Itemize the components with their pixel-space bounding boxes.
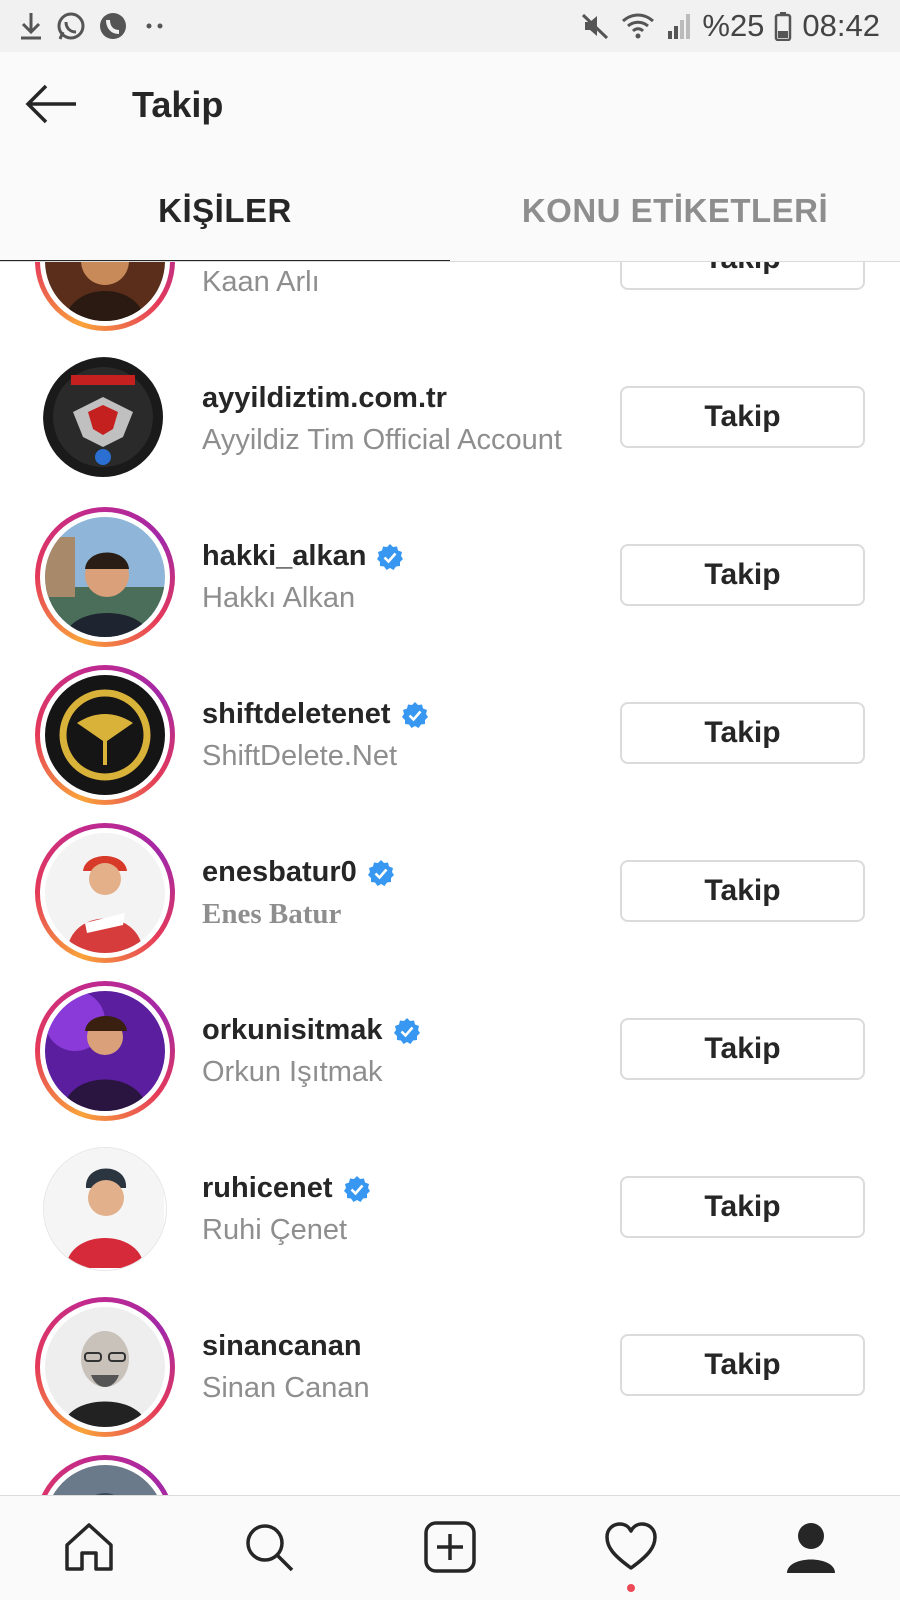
tab-bar: KİŞİLER KONU ETİKETLERİ — [0, 160, 900, 263]
new-post-icon — [424, 1521, 476, 1573]
username: orkunisitmak — [202, 1014, 421, 1047]
avatar — [45, 833, 165, 953]
username: hakki_alkan — [202, 540, 404, 573]
username-text: sinancanan — [202, 1330, 362, 1362]
mute-icon — [582, 13, 609, 40]
back-button[interactable] — [22, 78, 82, 130]
follow-button[interactable]: Takip — [620, 1334, 865, 1396]
avatar-story-ring[interactable] — [35, 1297, 175, 1437]
verified-badge-icon — [343, 1175, 370, 1202]
tab-people[interactable]: KİŞİLER — [0, 160, 450, 262]
username-text: ruhicenet — [202, 1172, 333, 1204]
verified-badge-icon — [393, 1017, 420, 1044]
username: ayyildiztim.com.tr — [202, 382, 447, 415]
search-icon — [246, 1524, 294, 1572]
full-name: Orkun Işıtmak — [202, 1056, 383, 1088]
battery-percent: %25 — [702, 8, 765, 43]
avatar — [45, 675, 165, 795]
avatar — [45, 517, 165, 637]
avatar-story-ring[interactable] — [35, 262, 175, 331]
follow-button[interactable]: Takip — [620, 702, 865, 764]
username: enesbatur0 — [202, 856, 395, 889]
battery-icon — [775, 12, 792, 41]
nav-home[interactable] — [54, 1512, 124, 1582]
full-name: Ruhi Çenet — [202, 1214, 348, 1246]
arrow-left-icon — [25, 84, 76, 124]
status-bar: %25 08:42 — [0, 0, 900, 52]
avatar-story-ring[interactable] — [35, 1455, 175, 1495]
full-name: Hakkı Alkan — [202, 582, 356, 614]
home-icon — [65, 1523, 113, 1571]
status-left-icons — [18, 10, 170, 42]
avatar — [45, 262, 165, 321]
avatar — [44, 1148, 166, 1270]
nav-profile[interactable] — [776, 1512, 846, 1582]
app-header: Takip — [0, 52, 900, 160]
verified-badge-icon — [401, 701, 428, 728]
follow-button[interactable]: Takip — [620, 860, 865, 922]
nav-activity[interactable] — [596, 1512, 666, 1582]
status-right-icons: %25 08:42 — [580, 8, 880, 44]
username-text: enesbatur0 — [202, 856, 357, 888]
nav-search[interactable] — [234, 1512, 304, 1582]
list-item[interactable]: ayyildiztim.com.tr Ayyildiz Tim Official… — [0, 338, 900, 496]
signal-icon — [668, 14, 691, 39]
verified-badge-icon — [367, 859, 394, 886]
username: shiftdeletenet — [202, 698, 429, 731]
username-text: hakki_alkan — [202, 540, 367, 572]
avatar-story-ring[interactable] — [35, 507, 175, 647]
wifi-icon — [622, 13, 655, 39]
avatar — [45, 991, 165, 1111]
phone-icon — [100, 13, 126, 39]
avatar-story-ring[interactable] — [35, 665, 175, 805]
avatar-ring[interactable] — [35, 349, 175, 489]
more-dots-icon — [146, 23, 163, 29]
avatar — [43, 357, 167, 481]
nav-new-post[interactable] — [415, 1512, 485, 1582]
avatar-story-ring[interactable] — [35, 981, 175, 1121]
avatar-ring[interactable] — [35, 1139, 175, 1279]
list-item[interactable]: Kaan Arlı Takip — [0, 262, 900, 338]
list-item[interactable]: hakki_alkan Hakkı Alkan Takip — [0, 496, 900, 654]
list-item[interactable]: orkunisitmak Orkun Işıtmak Takip — [0, 970, 900, 1128]
full-name: Sinan Canan — [202, 1372, 370, 1404]
follow-button[interactable]: Takip — [620, 1176, 865, 1238]
list-item[interactable] — [0, 1444, 900, 1495]
whatsapp-icon — [57, 12, 85, 40]
list-item[interactable]: enesbatur0 Enes Batur Takip — [0, 812, 900, 970]
avatar-story-ring[interactable] — [35, 823, 175, 963]
full-name: ShiftDelete.Net — [202, 740, 398, 772]
follow-button[interactable]: Takip — [620, 386, 865, 448]
bottom-nav — [0, 1495, 900, 1600]
follow-button[interactable]: Takip — [620, 544, 865, 606]
verified-badge-icon — [377, 543, 404, 570]
username-text: shiftdeletenet — [202, 698, 391, 730]
clock: 08:42 — [802, 8, 880, 43]
full-name: Ayyildiz Tim Official Account — [202, 424, 562, 456]
profile-icon — [787, 1523, 835, 1573]
tab-hashtags[interactable]: KONU ETİKETLERİ — [450, 160, 900, 262]
username-text: orkunisitmak — [202, 1014, 383, 1046]
follow-button[interactable]: Takip — [620, 1018, 865, 1080]
list-item[interactable]: sinancanan Sinan Canan Takip — [0, 1286, 900, 1444]
avatar — [45, 1307, 165, 1427]
username-text: ayyildiztim.com.tr — [202, 382, 447, 414]
full-name: Enes Batur — [202, 898, 342, 930]
download-icon — [21, 13, 41, 40]
username: ruhicenet — [202, 1172, 371, 1205]
username: sinancanan — [202, 1330, 362, 1363]
list-item[interactable]: shiftdeletenet ShiftDelete.Net Takip — [0, 654, 900, 812]
following-list[interactable]: Kaan Arlı Takip ayyildiztim.com.tr Ayyil… — [0, 262, 900, 1495]
page-title: Takip — [132, 84, 224, 125]
list-item[interactable]: ruhicenet Ruhi Çenet Takip — [0, 1128, 900, 1286]
activity-heart-icon — [605, 1522, 657, 1570]
avatar — [45, 1465, 165, 1495]
full-name: Kaan Arlı — [202, 266, 320, 298]
follow-button[interactable]: Takip — [620, 262, 865, 290]
activity-notification-dot — [627, 1584, 635, 1592]
